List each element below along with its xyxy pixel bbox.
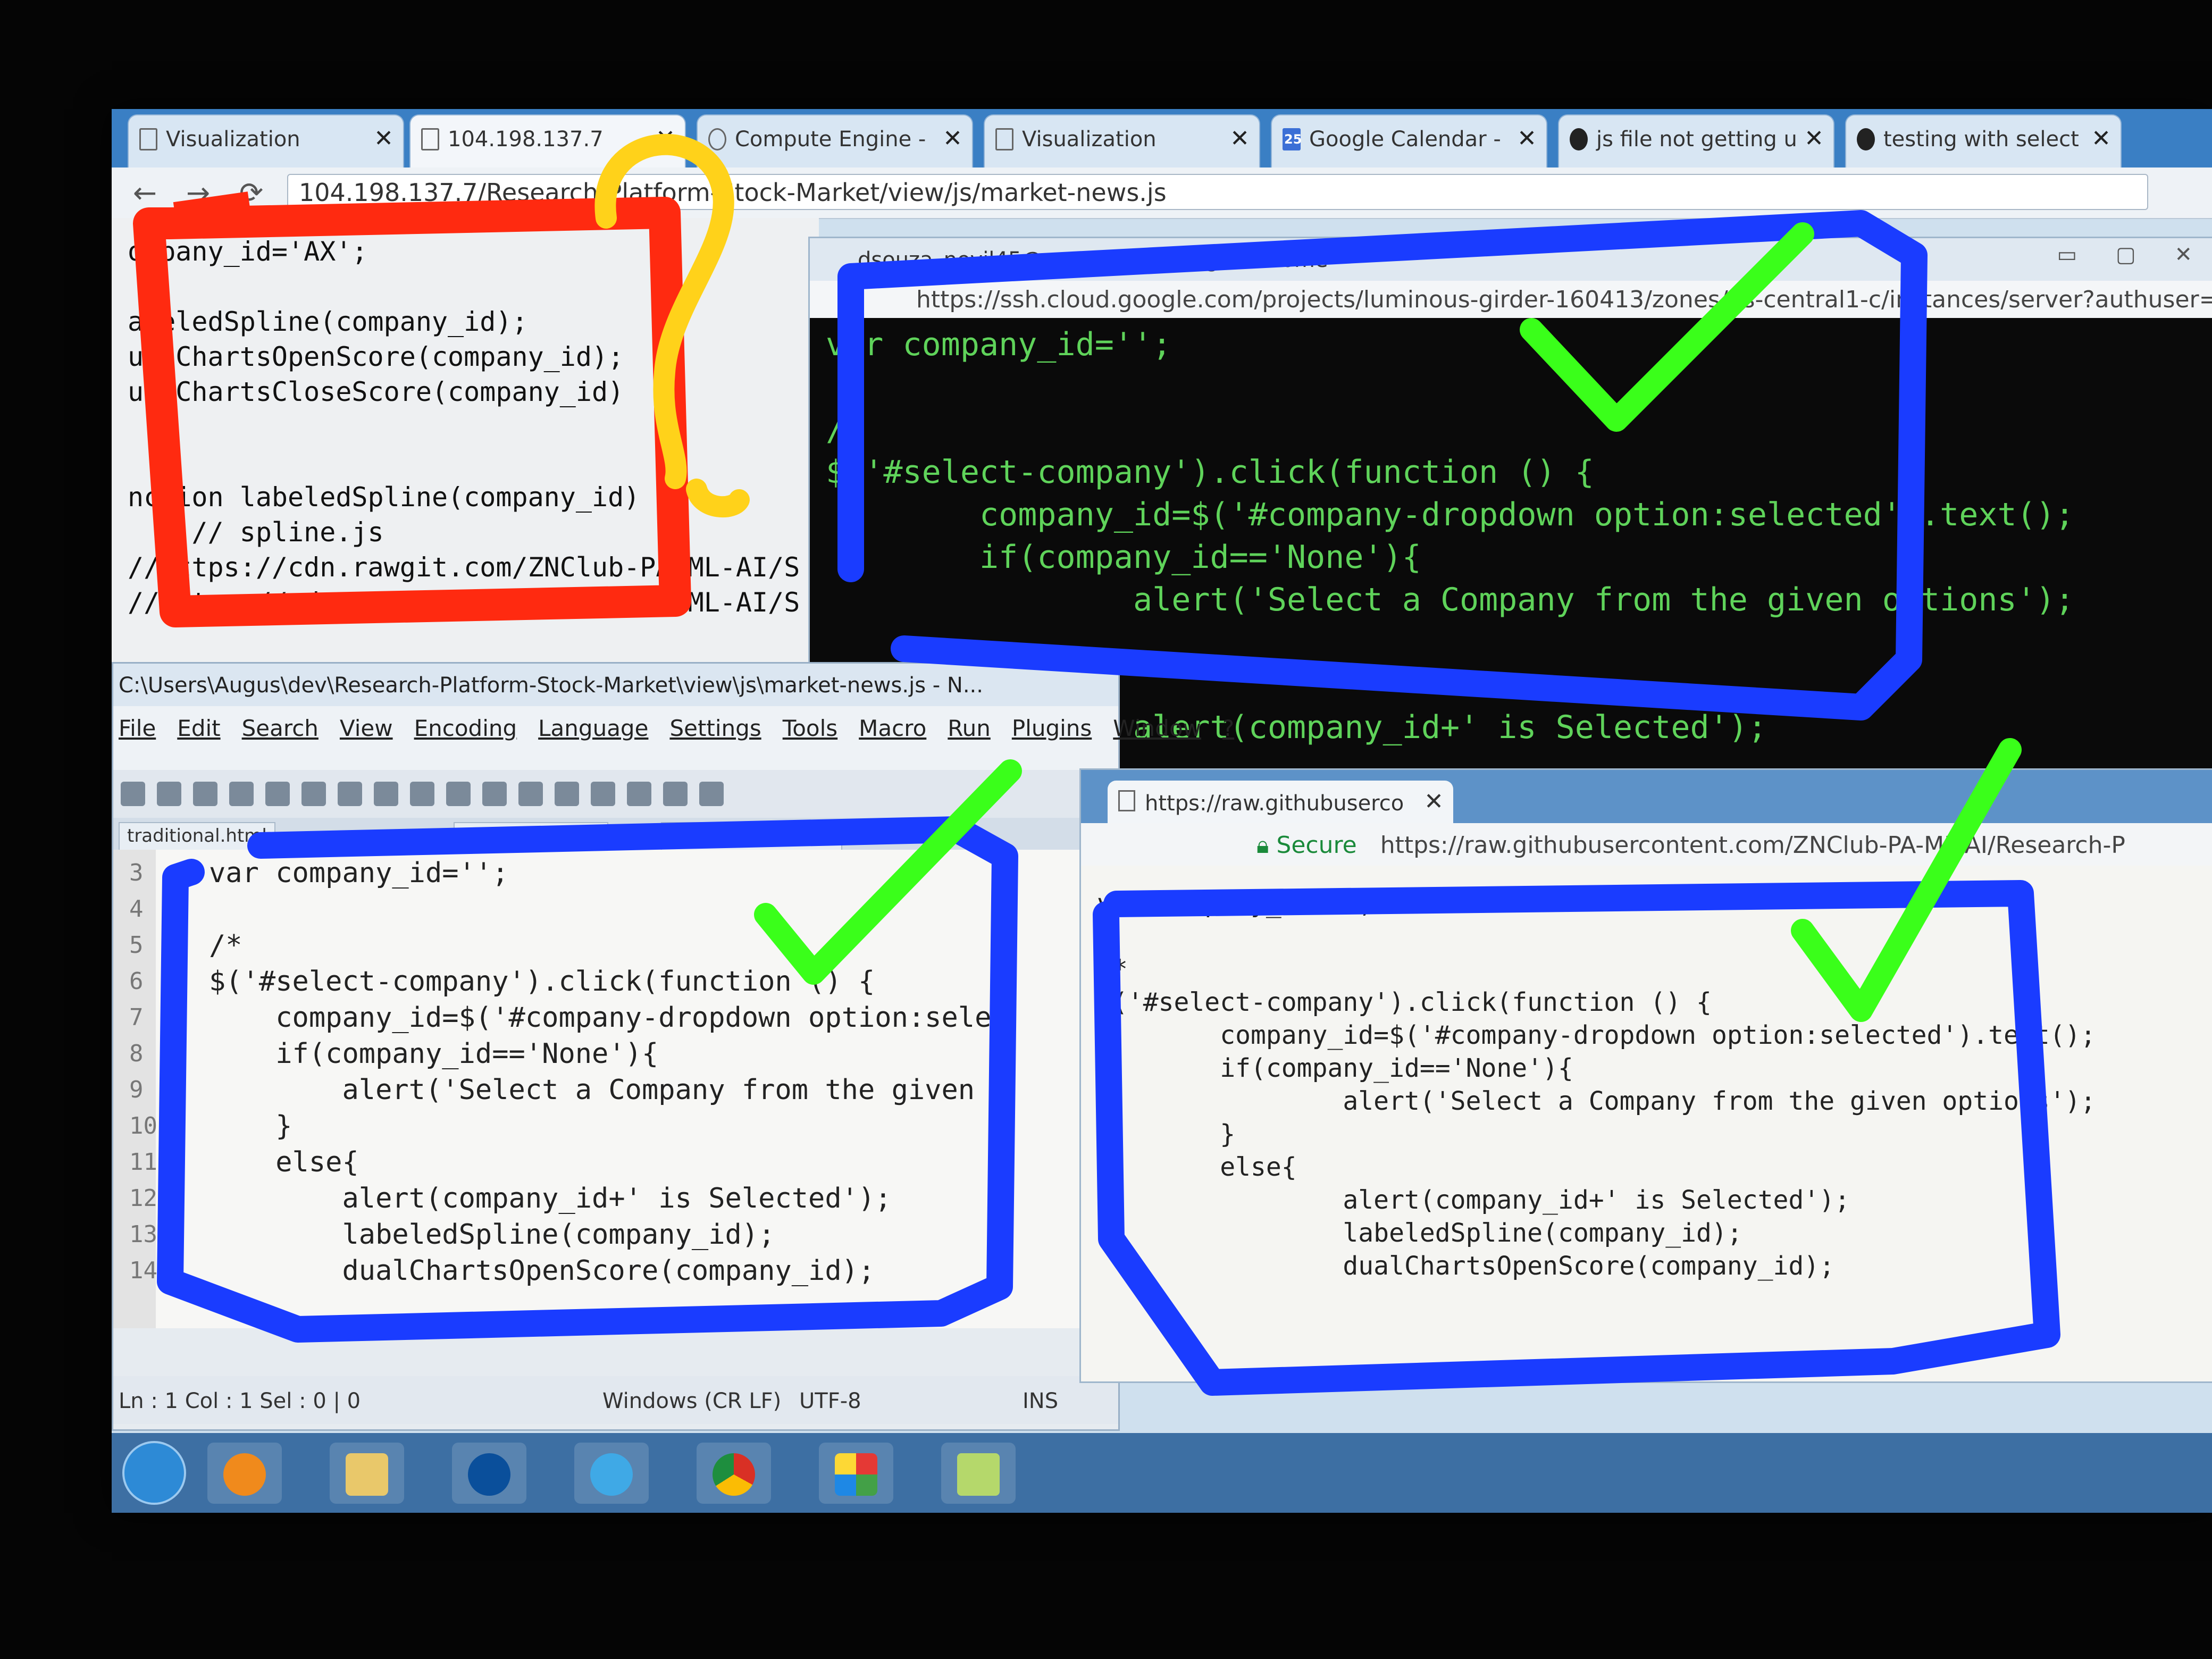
internet-explorer-icon[interactable] [574, 1443, 649, 1504]
file-explorer-icon[interactable] [330, 1443, 404, 1504]
cut-icon[interactable] [338, 782, 362, 806]
zoom-in-icon[interactable] [591, 782, 615, 806]
tab-github-testing[interactable]: testing with select ✕ [1845, 114, 2122, 167]
menu-item-search[interactable]: Search [242, 715, 319, 741]
undo-icon[interactable] [446, 782, 471, 806]
github-icon [1857, 128, 1875, 150]
window-controls[interactable]: ▭ ▢ ✕ [2057, 242, 2208, 267]
menu-item-[interactable]: ? [1222, 715, 1234, 741]
menu-item-window[interactable]: Window [1113, 715, 1201, 741]
close-icon[interactable]: ✕ [2091, 125, 2111, 152]
lock-icon: 🔒︎ [1256, 832, 1277, 859]
redo-icon[interactable] [482, 782, 507, 806]
line-number-gutter: 3 4 5 6 7 8 9 10 11 12 13 14 [113, 850, 157, 1328]
tab-visualization-2[interactable]: Visualization ✕ [984, 114, 1260, 167]
notepad-window: C:\Users\Augus\dev\Research-Platform-Sto… [112, 662, 1234, 1431]
chrome-icon[interactable] [697, 1443, 771, 1504]
hp-icon[interactable] [452, 1443, 526, 1504]
window-title: dsouza_nevil45@server: ~ - Google Chrome [810, 238, 2212, 281]
eol-format: Windows (CR LF) [602, 1389, 782, 1413]
zoom-out-icon[interactable] [627, 782, 651, 806]
menu-item-encoding[interactable]: Encoding [414, 715, 517, 741]
menu-item-view[interactable]: View [340, 715, 393, 741]
menu-item-macro[interactable]: Macro [859, 715, 926, 741]
tab-compute-engine[interactable]: Compute Engine - ✕ [697, 114, 973, 167]
save-all-icon[interactable] [229, 782, 254, 806]
ssh-url[interactable]: https://ssh.cloud.google.com/projects/lu… [810, 281, 2212, 318]
gear-icon [708, 128, 726, 150]
menu-item-file[interactable]: File [119, 715, 156, 741]
cursor-position: Ln : 1 Col : 1 Sel : 0 | 0 [119, 1389, 361, 1413]
wrap-icon[interactable] [699, 782, 724, 806]
close-icon[interactable]: ✕ [1230, 125, 1250, 152]
browser-toolbar: ← → ⟳ 104.198.137.7/Research-Platform-St… [112, 167, 2212, 219]
browser-tab-strip: Visualization ✕ 104.198.137.7 ✕ Compute … [112, 109, 2212, 167]
toolbar [113, 770, 1118, 818]
copy-icon[interactable] [374, 782, 398, 806]
open-icon[interactable] [157, 782, 181, 806]
encoding: UTF-8 [799, 1389, 861, 1413]
insert-mode: INS [1023, 1389, 1059, 1413]
raw-github-window: https://raw.githubuserco ✕ 🔒︎ Secure htt… [1079, 768, 2212, 1383]
print-icon[interactable] [301, 782, 326, 806]
file-tabs: traditional.html market-news.js market-n… [113, 818, 1118, 855]
tab-visualization-1[interactable]: Visualization ✕ [128, 114, 404, 167]
address-bar[interactable]: 104.198.137.7/Research-Platform-Stock-Ma… [287, 174, 2148, 210]
save-icon[interactable] [193, 782, 217, 806]
find-icon[interactable] [518, 782, 543, 806]
new-file-icon[interactable] [121, 782, 145, 806]
menu-item-run[interactable]: Run [948, 715, 991, 741]
page-icon [421, 128, 439, 150]
menu-item-language[interactable]: Language [538, 715, 648, 741]
address-bar[interactable]: 🔒︎ Secure https://raw.githubusercontent.… [1081, 823, 2212, 866]
menu-item-settings[interactable]: Settings [669, 715, 761, 741]
reload-icon[interactable]: ⟳ [239, 176, 263, 210]
code-editor[interactable]: 3 4 5 6 7 8 9 10 11 12 13 14 var company… [113, 850, 1118, 1328]
close-icon[interactable]: ✕ [1424, 788, 1444, 815]
page-icon [995, 128, 1013, 150]
code-block: var company_id=''; /* $('#select-company… [1097, 889, 2096, 1281]
raw-file-content: var company_id=''; /* $('#select-company… [1081, 866, 2212, 1381]
tab-github-issue[interactable]: js file not getting u ✕ [1558, 114, 1834, 167]
close-icon[interactable]: ✕ [1804, 125, 1824, 152]
close-icon[interactable]: ✕ [656, 125, 675, 152]
menu-item-tools[interactable]: Tools [783, 715, 837, 741]
media-player-icon[interactable] [207, 1443, 282, 1504]
tab-strip: https://raw.githubuserco ✕ [1081, 770, 2212, 823]
page-icon [1118, 790, 1135, 811]
sync-icon[interactable] [663, 782, 688, 806]
monitor-screen: Visualization ✕ 104.198.137.7 ✕ Compute … [112, 109, 2212, 1513]
replace-icon[interactable] [555, 782, 579, 806]
paste-icon[interactable] [410, 782, 434, 806]
menu-item-plugins[interactable]: Plugins [1012, 715, 1092, 741]
tab-raw-github[interactable]: https://raw.githubuserco ✕ [1108, 781, 1453, 823]
github-icon [1570, 128, 1588, 150]
menu-bar: File Edit Search View Encoding Language Settin… [113, 706, 1234, 770]
notepad-icon[interactable] [941, 1443, 1016, 1504]
editor-text: var company_id=''; /* $('#select-company… [209, 857, 992, 1287]
forward-icon[interactable]: → [186, 176, 210, 210]
window-title: C:\Users\Augus\dev\Research-Platform-Sto… [113, 664, 1118, 706]
page-icon [139, 128, 157, 150]
back-icon[interactable]: ← [133, 176, 157, 210]
close-icon[interactable]: ✕ [374, 125, 393, 152]
line-numbers: 3 4 5 6 7 8 9 10 11 12 13 14 [129, 859, 157, 1284]
close-icon[interactable]: ✕ [943, 125, 962, 152]
tab-ip-address[interactable]: 104.198.137.7 ✕ [409, 114, 686, 167]
close-icon[interactable]: ✕ [1517, 125, 1537, 152]
status-bar: Ln : 1 Col : 1 Sel : 0 | 0 Windows (CR L… [113, 1376, 1118, 1424]
windows-taskbar [112, 1433, 2212, 1513]
close-file-icon[interactable] [265, 782, 290, 806]
menu-item-edit[interactable]: Edit [177, 715, 220, 741]
calendar-icon: 25 [1283, 128, 1302, 150]
code-block: ompany_id='AX'; abeledSpline(company_id)… [128, 236, 800, 618]
tab-google-calendar[interactable]: 25 Google Calendar - ✕ [1271, 114, 1547, 167]
start-button[interactable] [122, 1441, 186, 1505]
colorful-app-icon[interactable] [819, 1443, 893, 1504]
